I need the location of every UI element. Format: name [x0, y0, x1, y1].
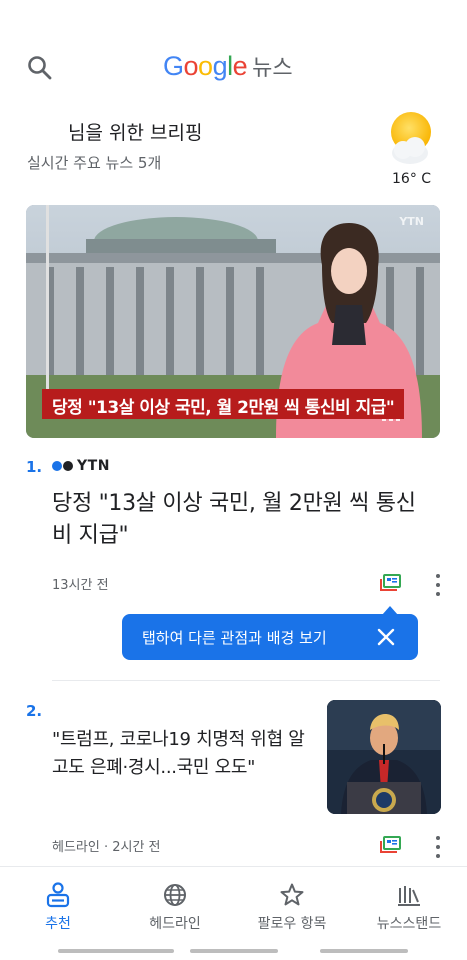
- source-logo-dot: [63, 461, 73, 471]
- nav-label: 뉴스스탠드: [376, 916, 442, 932]
- briefing-subtitle: 실시간 주요 뉴스 5개: [27, 154, 162, 172]
- article-2-headline[interactable]: "트럼프, 코로나19 치명적 위협 알고도 은폐·경시...국민 오도": [52, 726, 317, 782]
- more-vert-icon: [436, 574, 440, 578]
- nav-tab-following[interactable]: 팔로우 항목: [234, 867, 350, 937]
- logo-letter: o: [183, 51, 199, 81]
- globe-icon: [164, 884, 186, 906]
- tooltip-close-button[interactable]: [376, 627, 396, 647]
- search-button[interactable]: [26, 54, 54, 82]
- bottom-navigation: 추천 헤드라인 팔로우 항목 뉴스스탠드: [0, 866, 467, 960]
- article-1-image[interactable]: YTN 당정 "13살 이상 국민, 월 2만원 씩 통신비 지급": [26, 205, 440, 438]
- more-vert-icon: [436, 836, 440, 840]
- close-icon: [377, 628, 395, 646]
- gesture-bar: [58, 949, 174, 953]
- source-name: YTN: [77, 458, 110, 474]
- for-you-icon: [46, 882, 70, 908]
- nav-label: 추천: [45, 916, 71, 932]
- article-2-thumbnail[interactable]: [327, 700, 441, 814]
- logo-letter: G: [163, 51, 184, 81]
- more-options-button[interactable]: [433, 836, 443, 858]
- logo-letter: o: [198, 51, 213, 81]
- nav-label: 팔로우 항목: [257, 916, 327, 932]
- article-1-time: 13시간 전: [52, 578, 109, 593]
- more-options-button[interactable]: [433, 574, 443, 596]
- newsstand-icon: [398, 886, 420, 906]
- google-news-logo: Google 뉴스: [163, 50, 293, 82]
- nav-label: 헤드라인: [149, 916, 201, 932]
- news-photo-illustration: [327, 700, 441, 814]
- logo-letter: g: [212, 51, 228, 81]
- gesture-bar: [190, 949, 278, 953]
- full-coverage-icon: [380, 574, 401, 591]
- nav-tab-headlines[interactable]: 헤드라인: [117, 867, 233, 937]
- article-1-source[interactable]: YTN: [52, 458, 110, 474]
- full-coverage-icon: [380, 836, 401, 853]
- gesture-bar: [320, 949, 408, 953]
- weather-temperature: 16° C: [392, 171, 432, 187]
- article-2-number: 2.: [26, 702, 43, 720]
- article-1-number: 1.: [26, 458, 43, 476]
- logo-suffix: 뉴스: [252, 56, 293, 81]
- article-1-headline[interactable]: 당정 "13살 이상 국민, 월 2만원 씩 통신비 지급": [52, 488, 422, 552]
- logo-letter: e: [232, 51, 248, 81]
- star-icon: [280, 883, 304, 906]
- tooltip-text: 탭하여 다른 관점과 배경 보기: [142, 629, 327, 647]
- article-2-meta: 헤드라인 · 2시간 전: [52, 840, 161, 855]
- nav-tab-for-you[interactable]: 추천: [0, 867, 116, 937]
- briefing-title: 님을 위한 브리핑: [68, 122, 203, 144]
- divider: [52, 680, 440, 681]
- full-coverage-tooltip[interactable]: 탭하여 다른 관점과 배경 보기: [122, 614, 418, 660]
- image-watermark: YTN: [399, 215, 424, 228]
- partly-cloudy-icon: [391, 112, 431, 164]
- top-app-bar: Google 뉴스: [0, 0, 467, 120]
- source-logo-dot: [52, 461, 62, 471]
- full-coverage-button[interactable]: [379, 836, 401, 854]
- search-icon: [28, 56, 52, 80]
- full-coverage-button[interactable]: [379, 574, 401, 592]
- image-caption: 당정 "13살 이상 국민, 월 2만원 씩 통신비 지급": [42, 389, 405, 419]
- nav-tab-newsstand[interactable]: 뉴스스탠드: [351, 867, 467, 937]
- google-logo-text: Google: [163, 51, 248, 82]
